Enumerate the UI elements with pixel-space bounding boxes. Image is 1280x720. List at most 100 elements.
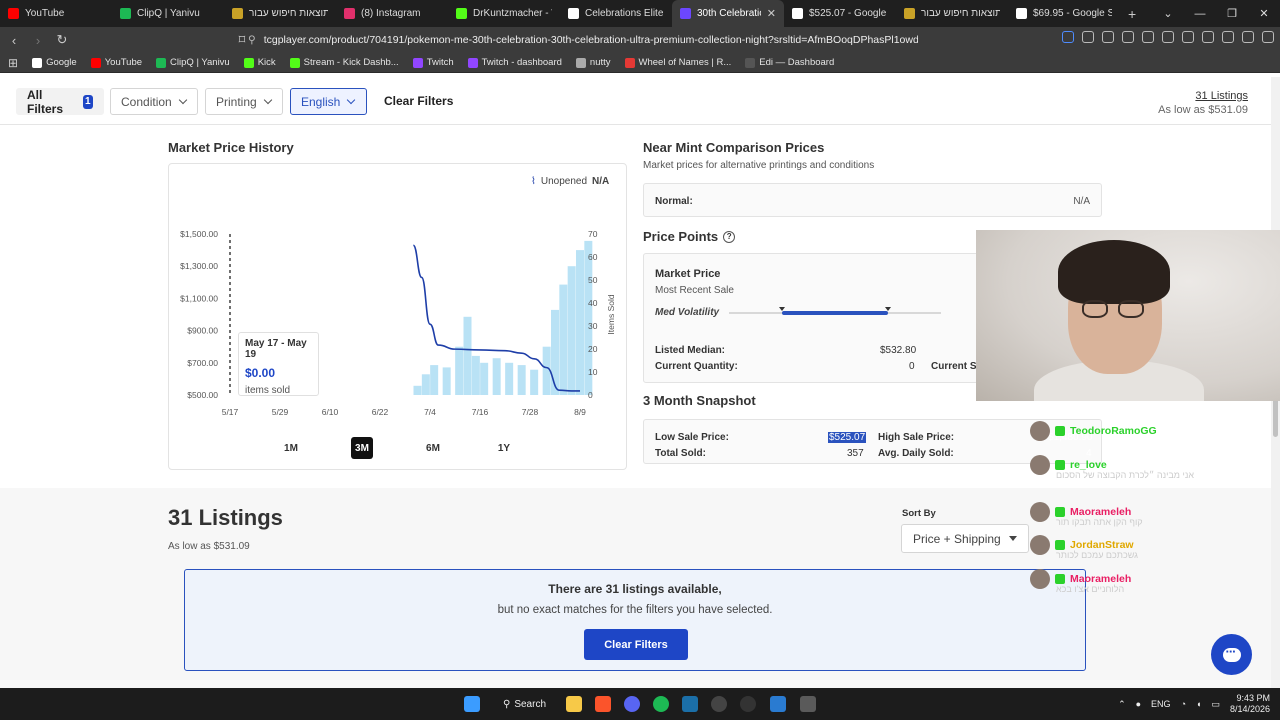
- browser-tab[interactable]: ClipQ | Yanivu: [112, 0, 224, 27]
- no-match-line2: but no exact matches for the filters you…: [497, 604, 773, 616]
- extension-icon[interactable]: [1222, 31, 1234, 43]
- market-price-chart[interactable]: $1,500.00 $1,300.00 $1,100.00 $900.00 $700.0…: [168, 225, 627, 425]
- calculator-icon[interactable]: [800, 696, 816, 712]
- site-info-icon[interactable]: ⚲: [248, 34, 256, 46]
- near-mint-subtitle: Market prices for alternative printings …: [643, 160, 875, 171]
- obs-icon[interactable]: [711, 696, 727, 712]
- tooltip-range: May 17 - May 19: [245, 338, 307, 360]
- start-icon[interactable]: [464, 696, 480, 712]
- bookmark-label: nutty: [589, 57, 611, 68]
- language-indicator[interactable]: ENG: [1151, 699, 1171, 709]
- bookmark-item[interactable]: Stream - Kick Dashb...: [289, 57, 399, 68]
- extension-icon[interactable]: [1102, 31, 1114, 43]
- current-quantity-value: 0: [909, 361, 915, 372]
- range-button-3m[interactable]: 3M: [351, 437, 373, 459]
- tab-title: DrKuntzmacher - Wat: [473, 8, 552, 19]
- items-sold-bar: [551, 309, 559, 395]
- browser-tab[interactable]: $69.95 - Google Searc: [1008, 0, 1120, 27]
- url-field[interactable]: ⚲ tcgplayer.com/product/704191/pokemon-m…: [248, 30, 918, 50]
- bookmark-item[interactable]: Twitch: [412, 57, 454, 68]
- back-icon[interactable]: ‹: [4, 33, 24, 48]
- x-tick-label: 6/22: [372, 407, 389, 417]
- taskbar-search[interactable]: ⚲ Search: [503, 695, 546, 713]
- total-sold-value: 357: [847, 448, 864, 459]
- bookmark-item[interactable]: Edi — Dashboard: [745, 57, 834, 68]
- bookmark-item[interactable]: nutty: [575, 57, 611, 68]
- app-icon[interactable]: [740, 696, 756, 712]
- extension-icon[interactable]: [1162, 31, 1174, 43]
- tab-favicon-icon: [232, 8, 243, 19]
- clear-filters-link[interactable]: Clear Filters: [384, 94, 453, 108]
- taskbar-search-label: Search: [514, 698, 547, 710]
- bookmark-item[interactable]: YouTube: [90, 57, 142, 68]
- sort-select[interactable]: Price + Shipping: [901, 524, 1029, 553]
- chat-avatar: [1030, 455, 1050, 475]
- bookmark-favicon-icon: [90, 57, 101, 68]
- minimize-button[interactable]: —: [1184, 0, 1216, 27]
- discord-icon[interactable]: [624, 696, 640, 712]
- condition-filter[interactable]: Condition: [110, 88, 198, 115]
- extension-icon[interactable]: [1242, 31, 1254, 43]
- browser-tab[interactable]: תוצאות חיפוש עבור: [896, 0, 1008, 27]
- clock[interactable]: 9:43 PM 8/14/2026: [1230, 693, 1270, 715]
- browser-tab[interactable]: DrKuntzmacher - Wat: [448, 0, 560, 27]
- steam-icon[interactable]: [682, 696, 698, 712]
- market-price-label: Market Price: [655, 268, 721, 280]
- bookmark-item[interactable]: Google: [32, 57, 77, 68]
- volume-icon[interactable]: ◖: [1196, 699, 1201, 709]
- chat-support-button[interactable]: [1211, 634, 1252, 675]
- file-explorer-icon[interactable]: [566, 696, 582, 712]
- tab-title: 30th Celebration: [697, 8, 761, 19]
- extension-icon[interactable]: [1082, 31, 1094, 43]
- bookmark-item[interactable]: ClipQ | Yanivu: [156, 57, 230, 68]
- help-icon[interactable]: ?: [723, 230, 736, 243]
- battery-icon[interactable]: ▭: [1211, 699, 1220, 710]
- extension-icon[interactable]: [1142, 31, 1154, 43]
- bookmark-item[interactable]: Twitch - dashboard: [467, 57, 562, 68]
- chart-legend[interactable]: ⌇ Unopened N/A: [531, 176, 609, 187]
- language-filter[interactable]: English: [290, 88, 367, 115]
- app-icon[interactable]: [770, 696, 786, 712]
- mic-icon[interactable]: ●: [1136, 699, 1141, 709]
- reload-icon[interactable]: ↻: [52, 32, 72, 48]
- printing-label: Printing: [216, 94, 257, 109]
- spotify-icon[interactable]: [653, 696, 669, 712]
- browser-tab[interactable]: (8) Instagram: [336, 0, 448, 27]
- browser-tab[interactable]: 30th Celebration ✕: [672, 0, 784, 27]
- clear-filters-button[interactable]: Clear Filters: [584, 629, 688, 660]
- price-points-title: Price Points ?: [643, 229, 736, 244]
- browser-tab[interactable]: Celebrations Elite Trai: [560, 0, 672, 27]
- tray-chevron-icon[interactable]: ⌃: [1118, 699, 1126, 710]
- volatility-marker-high: [885, 307, 891, 311]
- range-button-6m[interactable]: 6M: [422, 437, 444, 459]
- close-window-button[interactable]: ✕: [1248, 0, 1280, 27]
- range-button-1m[interactable]: 1M: [280, 437, 302, 459]
- close-tab-icon[interactable]: ✕: [767, 7, 776, 20]
- listings-count-link[interactable]: 31 Listings: [1158, 90, 1248, 102]
- browser-tab[interactable]: YouTube: [0, 0, 112, 27]
- all-filters-button[interactable]: All Filters 1: [16, 88, 104, 116]
- bookmark-item[interactable]: Kick: [243, 57, 276, 68]
- brave-icon[interactable]: [595, 696, 611, 712]
- bookmark-item[interactable]: Wheel of Names | R...: [624, 57, 731, 68]
- extension-icon[interactable]: [1062, 31, 1074, 43]
- bookmark-favicon-icon: [289, 57, 300, 68]
- menu-icon[interactable]: [1262, 31, 1274, 43]
- apps-icon[interactable]: ⊞: [8, 56, 18, 70]
- new-tab-button[interactable]: +: [1128, 6, 1136, 22]
- range-button-1y[interactable]: 1Y: [493, 437, 515, 459]
- extension-icon[interactable]: [1202, 31, 1214, 43]
- y2-tick-label: 0: [588, 390, 593, 400]
- forward-icon[interactable]: ›: [28, 33, 48, 48]
- browser-tab[interactable]: תוצאות חיפוש עבור: [224, 0, 336, 27]
- snapshot-title: 3 Month Snapshot: [643, 393, 756, 408]
- network-icon[interactable]: ◔: [1181, 699, 1186, 709]
- most-recent-sale-label: Most Recent Sale: [655, 285, 734, 296]
- browser-tab[interactable]: $525.07 - Google Sear: [784, 0, 896, 27]
- maximize-button[interactable]: ❐: [1216, 0, 1248, 27]
- extension-icon[interactable]: [1182, 31, 1194, 43]
- extension-icon[interactable]: [1122, 31, 1134, 43]
- low-sale-value: $525.07: [828, 432, 867, 443]
- printing-filter[interactable]: Printing: [205, 88, 283, 115]
- tab-search-icon[interactable]: ⌄: [1152, 0, 1184, 27]
